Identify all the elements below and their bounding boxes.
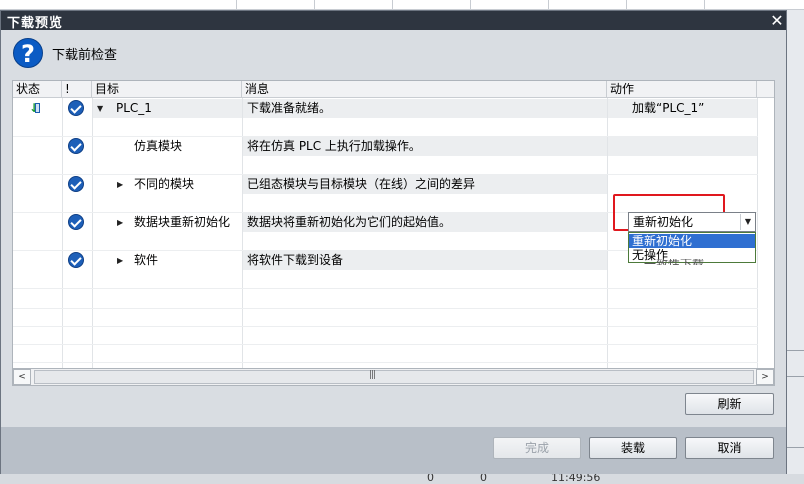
column-header-action[interactable]: 动作 — [607, 81, 757, 98]
row-message: 将在仿真 PLC 上执行加载操作。 — [247, 139, 421, 153]
close-icon[interactable]: ✕ — [768, 11, 786, 30]
download-ready-icon: ↓ — [29, 102, 41, 115]
finish-button[interactable]: 完成 — [493, 437, 581, 459]
dialog-title: 下载预览 — [7, 16, 64, 31]
dialog-titlebar: 下载预览 ✕ — [1, 11, 786, 31]
row-message: 已组态模块与目标模块（在线）之间的差异 — [247, 177, 476, 191]
column-header-message[interactable]: 消息 — [242, 81, 607, 98]
check-ok-icon — [68, 252, 84, 268]
row-target: 软件 — [134, 253, 159, 267]
table-row[interactable]: ▶ 不同的模块 已组态模块与目标模块（在线）之间的差异 — [13, 175, 774, 194]
row-target: PLC_1 — [116, 101, 152, 115]
table-row[interactable]: 仿真模块 将在仿真 PLC 上执行加载操作。 — [13, 137, 774, 156]
check-ok-icon — [68, 214, 84, 230]
table-header: 状态 ! 目标 消息 动作 — [13, 81, 774, 98]
column-header-status[interactable]: 状态 — [13, 81, 62, 98]
table-row[interactable]: ↓ ▼ PLC_1 下载准备就绪。 加载“PLC_1” — [13, 99, 774, 118]
row-target: 仿真模块 — [134, 139, 183, 153]
background-status-bar: 0 0 11:49:56 — [0, 471, 804, 484]
check-ok-icon — [68, 176, 84, 192]
scroll-right-icon[interactable]: > — [756, 369, 774, 385]
column-header-spacer — [757, 81, 774, 98]
cancel-button[interactable]: 取消 — [685, 437, 774, 459]
column-header-target[interactable]: 目标 — [92, 81, 242, 98]
scroll-thumb[interactable] — [34, 370, 754, 384]
row-message: 将软件下载到设备 — [247, 253, 344, 267]
check-ok-icon — [68, 138, 84, 154]
action-select[interactable]: 重新初始化 ▼ — [628, 212, 756, 232]
action-select-value: 重新初始化 — [633, 215, 694, 229]
row-message: 下载准备就绪。 — [247, 101, 332, 115]
refresh-button[interactable]: 刷新 — [685, 393, 774, 415]
row-target: 数据块重新初始化 — [134, 215, 231, 229]
header-title: 下载前检查 — [52, 48, 118, 63]
collapse-triangle-icon[interactable]: ▼ — [97, 99, 103, 118]
row-message: 数据块将重新初始化为它们的起始值。 — [247, 215, 452, 229]
chevron-down-icon[interactable]: ▼ — [740, 214, 755, 230]
row-action: 加载“PLC_1” — [632, 101, 705, 115]
obscured-action-text: 一致性下载 — [644, 259, 704, 265]
expand-triangle-icon[interactable]: ▶ — [117, 175, 123, 194]
row-target: 不同的模块 — [134, 177, 195, 191]
dialog-header: ? 下载前检查 — [1, 30, 786, 77]
question-icon: ? — [13, 38, 43, 68]
scroll-grip-icon: ||| — [369, 370, 376, 380]
download-preview-dialog: 下载预览 ✕ ? 下载前检查 状态 ! 目标 消息 动作 ↓ — [0, 10, 787, 474]
scroll-left-icon[interactable]: < — [13, 369, 31, 385]
background-toolbar-strip — [0, 0, 804, 10]
column-header-alert[interactable]: ! — [62, 81, 92, 98]
horizontal-scrollbar[interactable]: < ||| > — [12, 368, 775, 386]
check-ok-icon — [68, 100, 84, 116]
expand-triangle-icon[interactable]: ▶ — [117, 251, 123, 270]
expand-triangle-icon[interactable]: ▶ — [117, 213, 123, 232]
option-reinitialize[interactable]: 重新初始化 — [629, 234, 755, 248]
load-button[interactable]: 装载 — [589, 437, 677, 459]
background-right-panel — [786, 10, 804, 480]
